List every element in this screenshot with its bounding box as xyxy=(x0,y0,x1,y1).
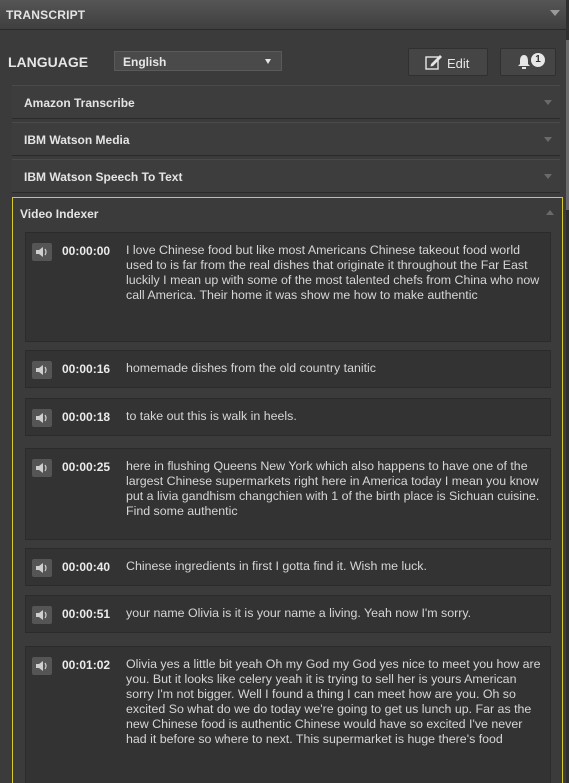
transcript-entry: 00:00:00 I love Chinese food but like mo… xyxy=(25,232,551,342)
edit-button[interactable]: Edit xyxy=(408,48,488,76)
provider-name: Amazon Transcribe xyxy=(24,96,135,110)
provider-amazon-transcribe[interactable]: Amazon Transcribe xyxy=(12,85,560,119)
timestamp[interactable]: 00:00:40 xyxy=(62,560,110,574)
provider-video-indexer: Video Indexer 00:00:00 I love Chinese fo… xyxy=(12,197,563,783)
edit-icon xyxy=(425,55,442,70)
timestamp[interactable]: 00:00:18 xyxy=(62,410,110,424)
transcript-text[interactable]: Olivia yes a little bit yeah Oh my God m… xyxy=(126,657,541,747)
panel-title: TRANSCRIPT xyxy=(6,8,86,22)
timestamp[interactable]: 00:01:02 xyxy=(62,658,110,672)
transcript-text[interactable]: your name Olivia is it is your name a li… xyxy=(126,606,541,621)
transcript-text[interactable]: to take out this is walk in heels. xyxy=(126,409,541,424)
transcript-entry: 00:01:02 Olivia yes a little bit yeah Oh… xyxy=(25,646,551,783)
transcript-text[interactable]: homemade dishes from the old country tan… xyxy=(126,361,541,376)
timestamp[interactable]: 00:00:25 xyxy=(62,460,110,474)
transcript-entry: 00:00:40 Chinese ingredients in first I … xyxy=(25,548,551,586)
language-label: LANGUAGE xyxy=(8,54,89,70)
video-indexer-header[interactable]: Video Indexer xyxy=(13,198,562,228)
speaker-icon[interactable] xyxy=(32,657,52,675)
speaker-icon[interactable] xyxy=(32,409,52,427)
speaker-icon[interactable] xyxy=(32,361,52,379)
provider-ibm-watson-media[interactable]: IBM Watson Media xyxy=(12,122,560,156)
speaker-icon[interactable] xyxy=(32,606,52,624)
provider-name: IBM Watson Speech To Text xyxy=(24,170,183,184)
bell-icon xyxy=(518,55,530,69)
dropdown-arrow-icon xyxy=(265,59,271,64)
provider-name: Video Indexer xyxy=(20,207,99,221)
language-select[interactable]: English xyxy=(114,51,282,71)
notifications-button[interactable]: 1 xyxy=(500,48,556,76)
panel-title-bar[interactable]: TRANSCRIPT xyxy=(0,0,566,30)
collapse-chevron-icon[interactable] xyxy=(550,10,560,16)
timestamp[interactable]: 00:00:16 xyxy=(62,362,110,376)
transcript-entry: 00:00:18 to take out this is walk in hee… xyxy=(25,398,551,436)
transcript-text[interactable]: here in flushing Queens New York which a… xyxy=(126,459,541,519)
language-selected-value: English xyxy=(123,55,167,69)
speaker-icon[interactable] xyxy=(32,459,52,477)
chevron-down-icon xyxy=(544,137,552,142)
timestamp[interactable]: 00:00:00 xyxy=(62,244,110,258)
transcript-text[interactable]: Chinese ingredients in first I gotta fin… xyxy=(126,559,541,574)
chevron-up-icon[interactable] xyxy=(546,210,554,215)
transcript-entry: 00:00:25 here in flushing Queens New Yor… xyxy=(25,448,551,540)
timestamp[interactable]: 00:00:51 xyxy=(62,607,110,621)
chevron-down-icon xyxy=(544,174,552,179)
transcript-entry: 00:00:16 homemade dishes from the old co… xyxy=(25,350,551,388)
transcript-panel: TRANSCRIPT LANGUAGE English Edit 1 Amazo… xyxy=(0,0,567,783)
edit-button-label: Edit xyxy=(447,56,470,71)
provider-ibm-watson-speech-to-text[interactable]: IBM Watson Speech To Text xyxy=(12,159,560,193)
speaker-icon[interactable] xyxy=(32,243,52,261)
provider-name: IBM Watson Media xyxy=(24,133,130,147)
speaker-icon[interactable] xyxy=(32,559,52,577)
chevron-down-icon xyxy=(544,100,552,105)
notification-count-badge: 1 xyxy=(531,53,545,67)
transcript-entry: 00:00:51 your name Olivia is it is your … xyxy=(25,595,551,633)
transcript-text[interactable]: I love Chinese food but like most Americ… xyxy=(126,243,541,303)
